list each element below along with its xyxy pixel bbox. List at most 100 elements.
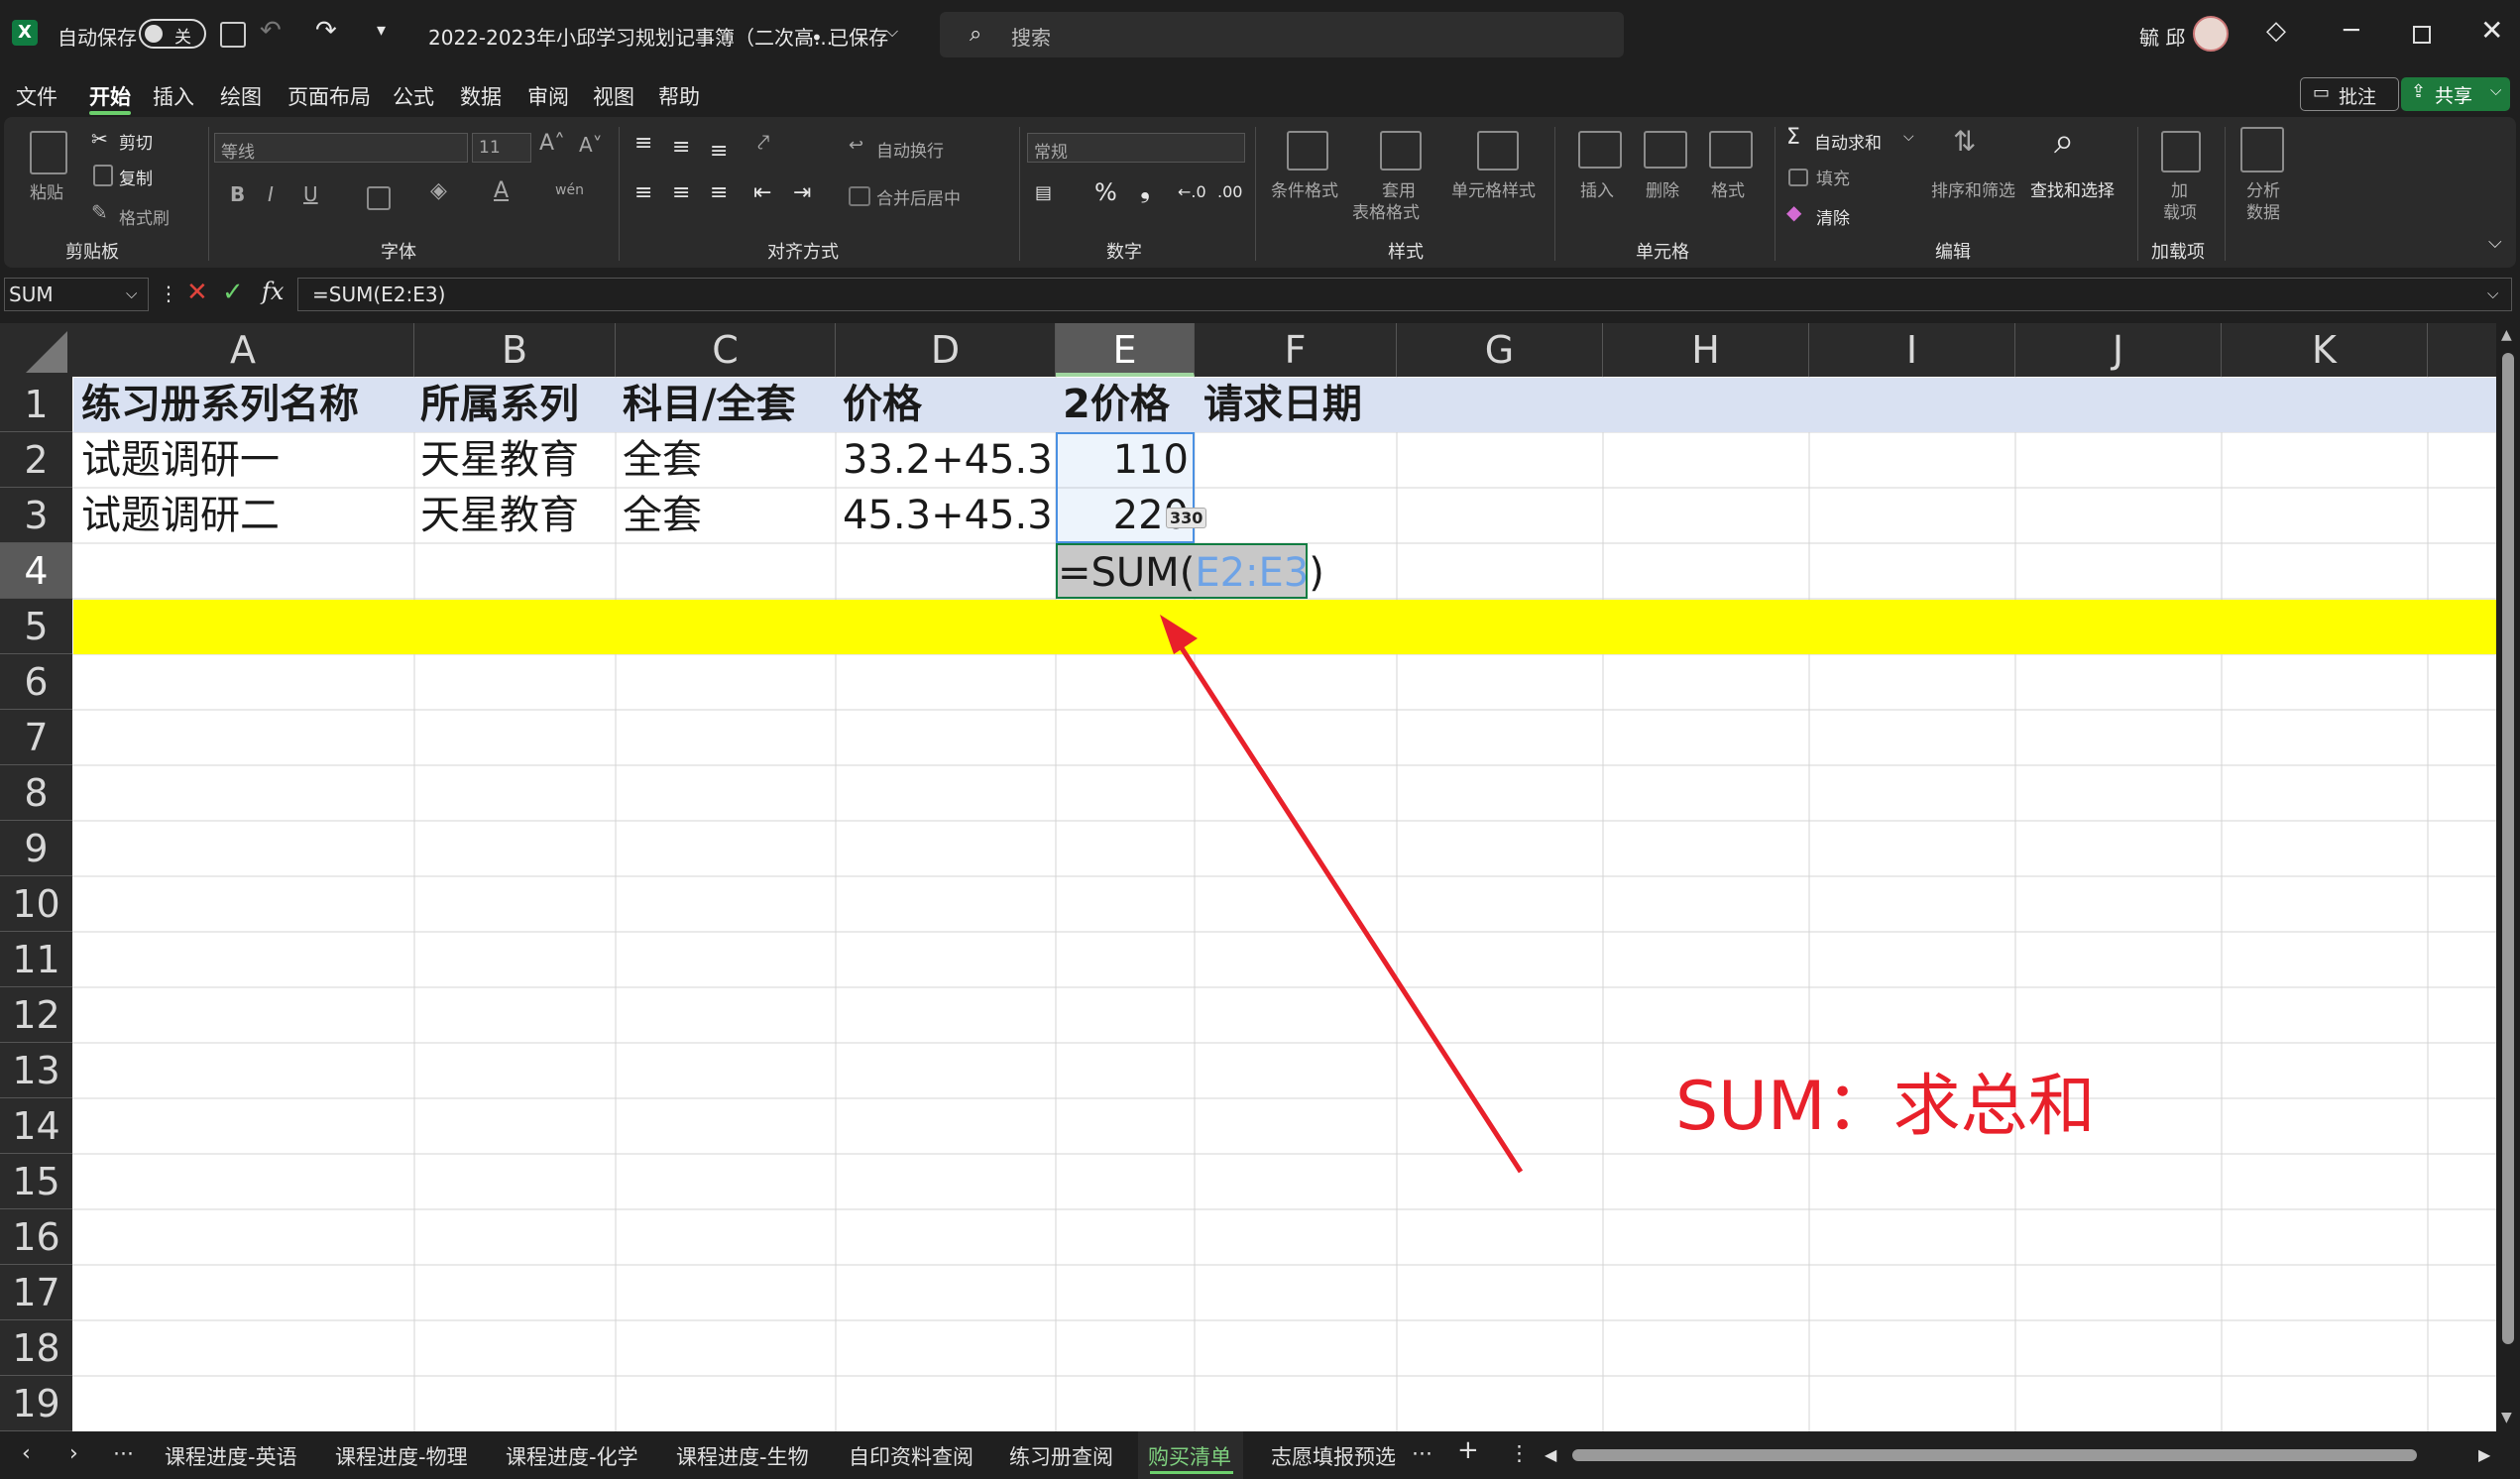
cancel-entry-icon[interactable]: ✕: [186, 278, 208, 307]
wrap-text-label[interactable]: 自动换行: [876, 137, 944, 162]
scroll-up-icon[interactable]: ▲: [2501, 327, 2512, 343]
autosum-label[interactable]: 自动求和: [1814, 129, 1882, 154]
sheet-tab-english[interactable]: 课程进度-英语: [165, 1441, 297, 1471]
cell-styles-icon[interactable]: [1477, 131, 1519, 171]
hscroll-right-icon[interactable]: ▶: [2478, 1445, 2490, 1464]
undo-icon[interactable]: ↶: [260, 16, 282, 46]
horizontal-scroll-thumb[interactable]: [1572, 1449, 2417, 1461]
paste-label[interactable]: 粘贴: [30, 178, 63, 203]
format-cells-label[interactable]: 格式: [1711, 176, 1745, 201]
comma-style-icon[interactable]: ❟: [1140, 174, 1150, 205]
prev-sheet-icon[interactable]: ‹: [22, 1441, 31, 1466]
font-color-icon[interactable]: A: [494, 178, 509, 203]
menu-draw[interactable]: 绘图: [220, 81, 262, 111]
borders-icon[interactable]: [367, 186, 391, 210]
wrap-text-icon[interactable]: ↩: [849, 135, 863, 156]
close-icon[interactable]: ✕: [2480, 14, 2503, 47]
premium-diamond-icon[interactable]: ◇: [2266, 16, 2286, 46]
more-sheets-left-icon[interactable]: ⋯: [113, 1441, 134, 1465]
copy-label[interactable]: 复制: [119, 165, 153, 189]
menu-data[interactable]: 数据: [460, 81, 502, 111]
percent-icon[interactable]: %: [1094, 178, 1117, 206]
align-left-icon[interactable]: ≡: [634, 180, 652, 205]
sheet-tab-biology[interactable]: 课程进度-生物: [676, 1441, 809, 1471]
align-right-icon[interactable]: ≡: [710, 180, 728, 205]
align-middle-icon[interactable]: ≡: [672, 135, 690, 160]
analyze-data-icon[interactable]: [2240, 127, 2284, 172]
conditional-format-icon[interactable]: [1287, 131, 1328, 171]
more-icon[interactable]: ⋮: [159, 282, 178, 305]
menu-home[interactable]: 开始: [89, 81, 131, 111]
phonetic-icon[interactable]: wén: [555, 182, 584, 198]
increase-font-icon[interactable]: A˄: [539, 131, 565, 156]
find-select-label[interactable]: 查找和选择: [2030, 176, 2115, 201]
italic-icon[interactable]: I: [268, 182, 274, 206]
share-button[interactable]: ⇪ 共享 ⌵: [2401, 77, 2510, 111]
save-state[interactable]: • 已保存: [811, 22, 888, 51]
autosum-chevron-icon[interactable]: ⌵: [1903, 129, 1914, 145]
format-cells-icon[interactable]: [1709, 131, 1753, 169]
save-icon[interactable]: [220, 22, 246, 48]
fill-label[interactable]: 填充: [1816, 165, 1850, 189]
bold-icon[interactable]: B: [230, 182, 245, 206]
sheet-tab-chemistry[interactable]: 课程进度-化学: [506, 1441, 638, 1471]
vertical-scrollbar[interactable]: ▲ ▼: [2496, 323, 2520, 1431]
redo-icon[interactable]: ↷: [315, 16, 337, 46]
format-painter-label[interactable]: 格式刷: [119, 204, 170, 229]
hscroll-left-icon[interactable]: ◀: [1545, 1445, 1556, 1464]
minimize-icon[interactable]: ─: [2344, 16, 2359, 46]
underline-icon[interactable]: U: [303, 182, 318, 206]
sheet-tab-materials[interactable]: 自印资料查阅: [849, 1441, 974, 1471]
sheet-options-icon[interactable]: ⋮: [1509, 1441, 1530, 1465]
align-top-icon[interactable]: ≡: [634, 131, 652, 156]
search-box[interactable]: ⌕ 搜索: [940, 12, 1624, 57]
copy-icon[interactable]: [93, 165, 113, 186]
save-state-chevron-icon[interactable]: ⌵: [886, 22, 898, 42]
find-select-icon[interactable]: ⌕: [2054, 121, 2074, 163]
increase-decimal-icon[interactable]: ←.0: [1178, 182, 1206, 201]
worksheet-grid[interactable]: A B C D E F G H I J K 1 2 3 4 5 6 7 8 9 …: [0, 323, 2520, 1431]
fill-color-icon[interactable]: ◈: [430, 178, 447, 203]
menu-insert[interactable]: 插入: [153, 81, 194, 111]
font-size-box[interactable]: 11: [472, 133, 531, 163]
cell-styles-label[interactable]: 单元格样式: [1451, 176, 1536, 201]
addins-label-2[interactable]: 载项: [2163, 198, 2197, 223]
formula-input[interactable]: =SUM(E2:E3) ⌵: [297, 278, 2512, 311]
next-sheet-icon[interactable]: ›: [69, 1441, 78, 1466]
autosum-icon[interactable]: Σ: [1786, 125, 1800, 150]
comment-button[interactable]: ▭ 批注: [2300, 77, 2399, 111]
merge-center-label[interactable]: 合并后居中: [876, 184, 961, 209]
avatar[interactable]: [2193, 16, 2229, 52]
add-sheet-icon[interactable]: +: [1457, 1435, 1479, 1465]
decrease-decimal-icon[interactable]: .00: [1217, 182, 1242, 201]
format-as-table-icon[interactable]: [1380, 131, 1422, 171]
decrease-indent-icon[interactable]: ⇤: [753, 180, 771, 205]
user-name[interactable]: 毓 邱: [2139, 22, 2185, 51]
sort-filter-label[interactable]: 排序和筛选: [1931, 176, 2015, 201]
align-bottom-icon[interactable]: ≡: [710, 139, 728, 164]
clear-icon[interactable]: ◆: [1786, 200, 1801, 224]
restore-icon[interactable]: [2413, 26, 2431, 44]
enter-entry-icon[interactable]: ✓: [222, 278, 244, 307]
accounting-format-icon[interactable]: ▤: [1035, 182, 1052, 203]
paste-icon[interactable]: [30, 131, 67, 174]
insert-cells-label[interactable]: 插入: [1580, 176, 1614, 201]
more-sheets-right-icon[interactable]: ⋯: [1412, 1441, 1432, 1465]
menu-review[interactable]: 审阅: [527, 81, 569, 111]
vertical-scroll-thumb[interactable]: [2502, 353, 2514, 1344]
scroll-down-icon[interactable]: ▼: [2501, 1410, 2512, 1425]
sheet-tab-shopping[interactable]: 购买清单: [1148, 1441, 1231, 1471]
format-as-table-label-2[interactable]: 表格格式: [1352, 198, 1420, 223]
number-format-box[interactable]: 常规: [1027, 133, 1245, 163]
menu-file[interactable]: 文件: [16, 81, 57, 111]
decrease-font-icon[interactable]: A˅: [579, 133, 603, 157]
format-painter-icon[interactable]: ✎: [91, 200, 108, 224]
sheet-tab-workbooks[interactable]: 练习册查阅: [1009, 1441, 1113, 1471]
clear-label[interactable]: 清除: [1816, 204, 1850, 229]
insert-function-icon[interactable]: fx: [262, 278, 284, 305]
insert-cells-icon[interactable]: [1578, 131, 1622, 169]
menu-help[interactable]: 帮助: [658, 81, 700, 111]
autosave-toggle[interactable]: 关: [139, 19, 206, 49]
align-center-icon[interactable]: ≡: [672, 180, 690, 205]
menu-formulas[interactable]: 公式: [393, 81, 434, 111]
